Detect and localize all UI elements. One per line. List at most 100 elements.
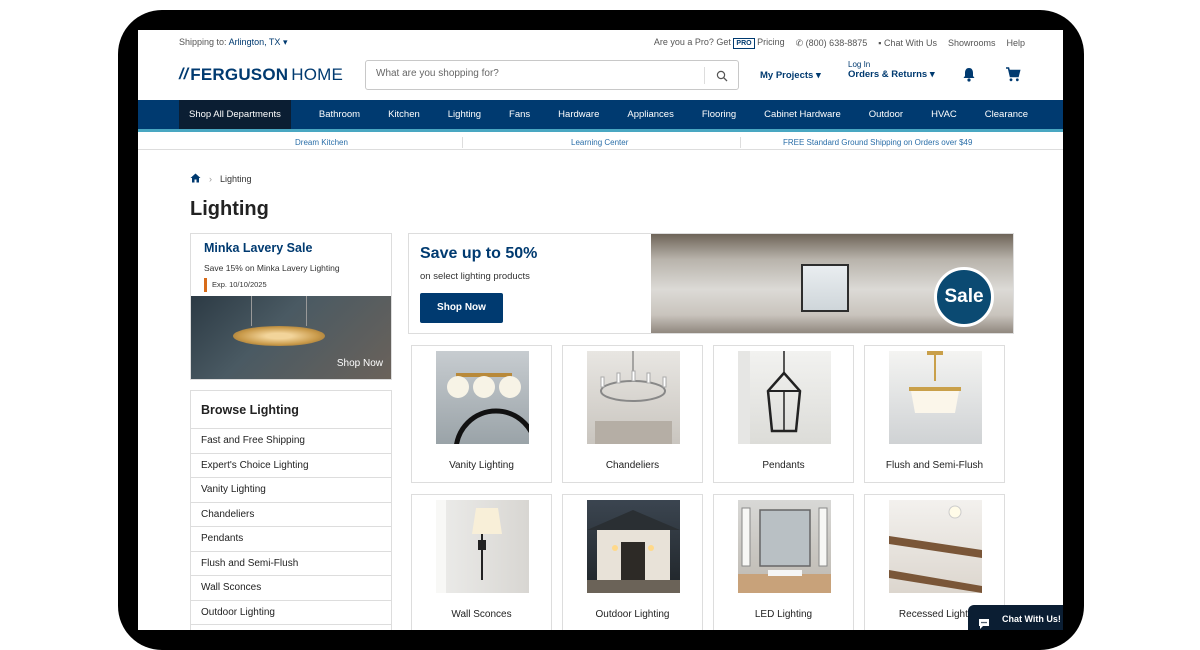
search-box [365, 60, 739, 90]
pro-text: Are you a Pro? Get [653, 37, 731, 47]
phone-number: (800) 638-8875 [805, 37, 868, 48]
nav-item-bathroom[interactable]: Bathroom [319, 109, 360, 120]
chandelier-promo-image: Shop Now [191, 296, 391, 379]
phone-icon: ✆ [795, 37, 804, 48]
utility-bar: Shipping to: Arlington, TX ▾ Are you a P… [138, 30, 1063, 54]
cart-icon[interactable] [1005, 67, 1021, 87]
help-link[interactable]: Help [1006, 38, 1025, 48]
category-outdoor-lighting[interactable]: Outdoor Lighting [562, 494, 703, 630]
browse-item-outdoor-lighting[interactable]: Outdoor Lighting [191, 601, 391, 625]
home-icon[interactable] [190, 173, 201, 185]
chandelier-ring [233, 326, 325, 346]
chat-widget-label: Chat With Us! [1002, 614, 1061, 624]
pendants-image [738, 351, 831, 444]
category-label: Flush and Semi-Flush [885, 460, 984, 471]
login-label: Log In [848, 60, 871, 69]
nav-item-fans[interactable]: Fans [509, 109, 530, 120]
category-pendants[interactable]: Pendants [713, 345, 854, 483]
logo-suffix: HOME [291, 65, 344, 84]
logo-brand: FERGUSON [190, 65, 289, 84]
browse-item-experts-choice[interactable]: Expert's Choice Lighting [191, 454, 391, 478]
pro-pricing-text: Pricing [757, 37, 785, 47]
browser-screen: Shipping to: Arlington, TX ▾ Are you a P… [138, 30, 1063, 630]
chandelier-cords [251, 296, 307, 326]
category-vanity-lighting[interactable]: Vanity Lighting [411, 345, 552, 494]
shipping-label: Shipping to: [179, 37, 227, 47]
promo-expiry: Exp. 10/10/2025 [204, 278, 267, 292]
nav-item-flooring[interactable]: Flooring [702, 109, 736, 120]
vanity-lighting-image [436, 351, 539, 494]
browse-title: Browse Lighting [191, 391, 391, 429]
chat-link[interactable]: ▪ Chat With Us [878, 38, 937, 48]
category-label: Vanity Lighting [449, 460, 514, 471]
category-chandeliers[interactable]: Chandeliers [562, 345, 703, 483]
bell-icon[interactable] [962, 67, 976, 87]
chevron-down-icon: ▾ [929, 69, 935, 80]
nav-item-outdoor[interactable]: Outdoor [869, 109, 903, 120]
promo-subnav: Dream Kitchen Learning Center FREE Stand… [138, 135, 1063, 150]
sale-badge: Sale [934, 267, 994, 327]
nav-item-kitchen[interactable]: Kitchen [388, 109, 420, 120]
breadcrumb: › Lighting [190, 173, 252, 185]
category-flush-and-semi-flush[interactable]: Flush and Semi-Flush [864, 345, 1005, 483]
nav-item-hvac[interactable]: HVAC [931, 109, 957, 120]
chat-bubble-icon: ▪ [878, 38, 882, 48]
browse-item-chandeliers[interactable]: Chandeliers [191, 503, 391, 527]
wall-sconces-image [436, 500, 529, 593]
page-title: Lighting [190, 198, 269, 220]
category-led-lighting[interactable]: LED Lighting [713, 494, 854, 630]
browse-item-pendants[interactable]: Pendants [191, 527, 391, 552]
hero-subtitle: on select lighting products [420, 271, 530, 282]
hero-shop-now-button[interactable]: Shop Now [420, 293, 503, 323]
subnav-dream-kitchen[interactable]: Dream Kitchen [295, 138, 348, 147]
chat-bubble-icon [978, 613, 990, 630]
browse-item-fast-free-shipping[interactable]: Fast and Free Shipping [191, 429, 391, 454]
search-divider [704, 67, 705, 84]
subnav-free-shipping[interactable]: FREE Standard Ground Shipping on Orders … [783, 138, 972, 147]
chat-widget-button[interactable]: Chat With Us! [968, 605, 1063, 630]
nav-item-cabinet-hardware[interactable]: Cabinet Hardware [764, 109, 841, 120]
chevron-right-icon: › [209, 174, 212, 184]
promo-shop-now-link[interactable]: Shop Now [337, 358, 383, 369]
nav-item-lighting[interactable]: Lighting [448, 109, 481, 120]
outdoor-lighting-image [587, 500, 680, 593]
shipping-location: Arlington, TX [228, 37, 281, 47]
phone-link[interactable]: ✆ (800) 638-8875 [796, 38, 868, 49]
minka-lavery-promo-card[interactable]: Minka Lavery Sale Save 15% on Minka Lave… [190, 233, 392, 380]
ferguson-mark-icon: // [179, 66, 189, 83]
my-projects-menu[interactable]: My Projects ▾ [760, 70, 821, 81]
shipping-location-selector[interactable]: Shipping to: Arlington, TX ▾ [179, 37, 287, 48]
browse-item-wall-sconces[interactable]: Wall Sconces [191, 576, 391, 601]
search-input[interactable] [376, 68, 696, 79]
browse-item-vanity-lighting[interactable]: Vanity Lighting [191, 478, 391, 503]
sale-hero-banner[interactable]: Save up to 50% on select lighting produc… [408, 233, 1014, 334]
subnav-learning-center[interactable]: Learning Center [571, 138, 628, 147]
category-label: Wall Sconces [451, 609, 512, 620]
my-projects-label: My Projects [760, 70, 814, 81]
pro-badge: PRO [733, 38, 755, 49]
showrooms-link[interactable]: Showrooms [948, 38, 996, 48]
kitchen-window [801, 264, 849, 312]
nav-shop-all-departments[interactable]: Shop All Departments [179, 100, 291, 129]
ferguson-home-logo[interactable]: // FERGUSON HOME [179, 65, 343, 85]
category-label: LED Lighting [754, 609, 813, 620]
kitchen-hero-image: Sale [651, 234, 1013, 333]
nav-item-appliances[interactable]: Appliances [627, 109, 673, 120]
chat-link-label: Chat With Us [883, 38, 937, 48]
pro-pricing-link[interactable]: Are you a Pro? Get PRO Pricing [654, 37, 785, 49]
flush-semi-flush-image [889, 351, 982, 444]
account-menu[interactable]: Log In Orders & Returns ▾ [848, 60, 935, 80]
subnav-divider [462, 137, 463, 148]
category-wall-sconces[interactable]: Wall Sconces [411, 494, 552, 630]
nav-item-clearance[interactable]: Clearance [985, 109, 1028, 120]
breadcrumb-current: Lighting [220, 174, 252, 184]
browse-item-flush-semi-flush[interactable]: Flush and Semi-Flush [191, 552, 391, 576]
hero-title: Save up to 50% [420, 245, 538, 262]
main-nav: Shop All Departments Bathroom Kitchen Li… [138, 100, 1063, 132]
chandeliers-image [587, 351, 680, 444]
category-label: Outdoor Lighting [595, 609, 670, 620]
led-lighting-image [738, 500, 831, 593]
orders-returns-label: Orders & Returns [848, 69, 928, 80]
search-icon[interactable] [716, 69, 728, 87]
nav-item-hardware[interactable]: Hardware [558, 109, 599, 120]
